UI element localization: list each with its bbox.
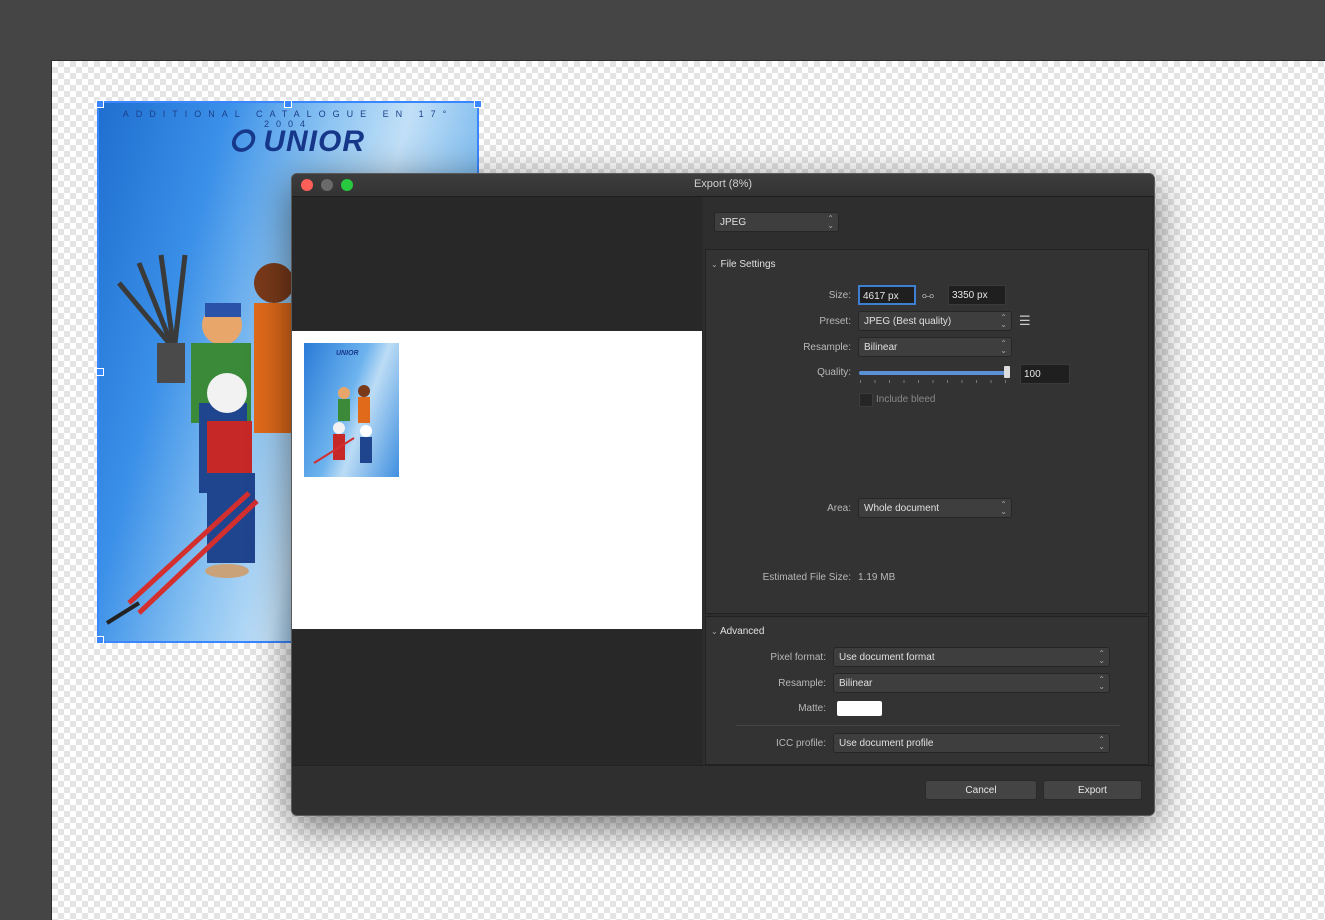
width-field[interactable]: 4617 px <box>858 285 916 305</box>
dialog-footer: Cancel Export <box>292 765 1154 815</box>
link-icon[interactable]: ⧟ <box>922 288 934 303</box>
size-label: Size: <box>828 290 851 301</box>
area-select[interactable]: Whole document ⌃ ⌄ <box>858 498 1012 518</box>
stepper-arrows-icon: ⌃ ⌄ <box>1098 675 1105 691</box>
pixel-format-label: Pixel format: <box>770 652 826 663</box>
chevron-down-icon: ⌄ <box>711 627 718 636</box>
preview-page: UNIOR <box>292 331 702 629</box>
resample-value: Bilinear <box>864 342 898 353</box>
preset-value: JPEG (Best quality) <box>864 316 952 327</box>
export-dialog: Export (8%) UNIOR JPEG ⌃ ⌄ ⌄ File Settin… <box>291 173 1155 816</box>
estimated-size-label: Estimated File Size: <box>762 572 851 583</box>
advanced-resample-label: Resample: <box>778 678 826 689</box>
file-settings-header[interactable]: ⌄ File Settings <box>711 259 776 270</box>
resample-label: Resample: <box>803 342 851 353</box>
cancel-button[interactable]: Cancel <box>925 780 1037 800</box>
format-value: JPEG <box>720 217 747 228</box>
format-select[interactable]: JPEG ⌃ ⌄ <box>714 212 839 232</box>
quality-ticks <box>860 380 1006 383</box>
thumbnail-logo: UNIOR <box>336 350 359 357</box>
stepper-arrows-icon: ⌃ ⌄ <box>827 214 834 230</box>
area-label: Area: <box>827 503 851 514</box>
icc-profile-label: ICC profile: <box>775 738 826 749</box>
include-bleed-label: Include bleed <box>876 394 936 405</box>
icc-profile-select[interactable]: Use document profile ⌃ ⌄ <box>833 733 1110 753</box>
selection-handle[interactable] <box>284 100 292 108</box>
resample-select[interactable]: Bilinear ⌃ ⌄ <box>858 337 1012 357</box>
selection-handle[interactable] <box>96 636 104 644</box>
pixel-format-value: Use document format <box>839 652 935 663</box>
advanced-resample-select[interactable]: Bilinear ⌃ ⌄ <box>833 673 1110 693</box>
dialog-title: Export (8%) <box>693 178 753 190</box>
file-settings-section: ⌄ File Settings Size: 4617 px ⧟ 3350 px … <box>705 249 1149 614</box>
divider <box>736 725 1120 726</box>
selection-handle[interactable] <box>96 368 104 376</box>
advanced-resample-value: Bilinear <box>839 678 873 689</box>
quality-slider-handle[interactable] <box>1004 366 1010 378</box>
stepper-arrows-icon: ⌃ ⌄ <box>1000 313 1007 329</box>
preset-select[interactable]: JPEG (Best quality) ⌃ ⌄ <box>858 311 1012 331</box>
quality-slider[interactable] <box>859 371 1007 375</box>
preset-label: Preset: <box>819 316 851 327</box>
quality-label: Quality: <box>817 367 851 378</box>
matte-color-swatch[interactable] <box>837 701 882 716</box>
stepper-arrows-icon: ⌃ ⌄ <box>1000 339 1007 355</box>
area-value: Whole document <box>864 503 940 514</box>
height-field[interactable]: 3350 px <box>948 285 1006 305</box>
icc-profile-value: Use document profile <box>839 738 934 749</box>
settings-panel: JPEG ⌃ ⌄ ⌄ File Settings Size: 4617 px ⧟ … <box>703 197 1152 765</box>
pixel-format-select[interactable]: Use document format ⌃ ⌄ <box>833 647 1110 667</box>
advanced-section: ⌄ Advanced Pixel format: Use document fo… <box>705 616 1149 765</box>
advanced-header[interactable]: ⌄ Advanced <box>711 626 764 637</box>
selection-handle[interactable] <box>474 100 482 108</box>
menu-icon[interactable]: ☰ <box>1019 313 1031 329</box>
stepper-arrows-icon: ⌃ ⌄ <box>1098 649 1105 665</box>
stepper-arrows-icon: ⌃ ⌄ <box>1098 735 1105 751</box>
export-preview: UNIOR <box>292 197 702 765</box>
quality-field[interactable]: 100 <box>1020 364 1070 384</box>
matte-label: Matte: <box>798 703 826 714</box>
estimated-size-value: 1.19 MB <box>858 572 896 583</box>
chevron-down-icon: ⌄ <box>711 260 718 269</box>
export-button[interactable]: Export <box>1043 780 1142 800</box>
include-bleed-checkbox[interactable] <box>859 393 873 407</box>
preview-thumbnail: UNIOR <box>304 343 399 477</box>
stepper-arrows-icon: ⌃ ⌄ <box>1000 500 1007 516</box>
dialog-titlebar[interactable]: Export (8%) <box>292 174 1154 197</box>
selection-handle[interactable] <box>96 100 104 108</box>
